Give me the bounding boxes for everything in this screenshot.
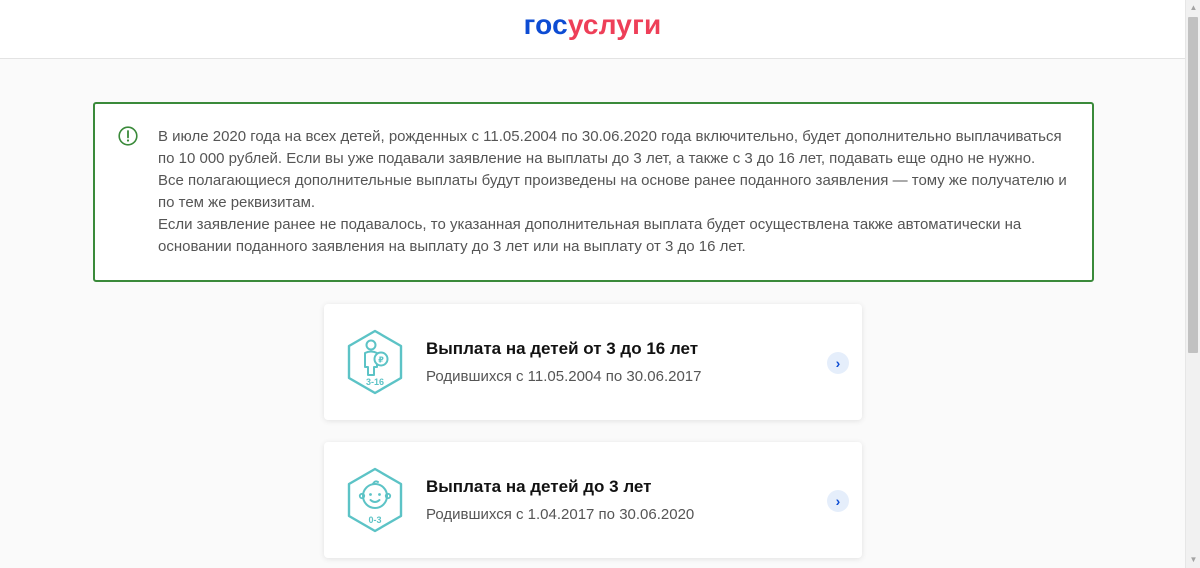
exclamation-circle-icon	[118, 126, 138, 146]
logo-part-gos: гос	[523, 9, 568, 40]
scroll-thumb[interactable]	[1188, 17, 1198, 353]
notice-paragraph-2: Все полагающиеся дополнительные выплаты …	[158, 172, 1067, 211]
gosuslugi-logo[interactable]: госуслуги	[0, 9, 1185, 41]
vertical-scrollbar[interactable]: ▲ ▼	[1185, 0, 1200, 568]
header: госуслуги	[0, 0, 1185, 59]
payment-card-0-3[interactable]: 0-3 Выплата на детей до 3 лет Родившихся…	[324, 442, 862, 558]
svg-text:₽: ₽	[378, 356, 384, 365]
card-subtitle: Родившихся с 11.05.2004 по 30.06.2017	[426, 368, 702, 385]
notice-paragraph-3: Если заявление ранее не подавалось, то у…	[158, 216, 1022, 255]
scroll-up-arrow-icon[interactable]: ▲	[1186, 0, 1200, 16]
card-subtitle: Родившихся с 1.04.2017 по 30.06.2020	[426, 506, 695, 523]
card-title: Выплата на детей до 3 лет	[426, 477, 652, 496]
card-badge: 0-3	[368, 515, 381, 525]
card-badge: 3-16	[366, 377, 384, 387]
payment-card-3-16[interactable]: ₽ 3-16 Выплата на детей от 3 до 16 лет Р…	[324, 304, 862, 420]
notice-text: В июле 2020 года на всех детей, рожденны…	[158, 126, 1068, 258]
baby-face-icon: 0-3	[347, 467, 403, 533]
scroll-down-arrow-icon[interactable]: ▼	[1186, 552, 1200, 568]
chevron-right-icon[interactable]: ›	[827, 490, 849, 512]
child-ruble-icon: ₽ 3-16	[347, 329, 403, 395]
logo-part-uslugi: услуги	[567, 9, 662, 40]
notice-paragraph-1: В июле 2020 года на всех детей, рожденны…	[158, 128, 1062, 167]
chevron-right-icon[interactable]: ›	[827, 352, 849, 374]
info-notice: В июле 2020 года на всех детей, рожденны…	[93, 102, 1094, 282]
card-title: Выплата на детей от 3 до 16 лет	[426, 339, 699, 358]
